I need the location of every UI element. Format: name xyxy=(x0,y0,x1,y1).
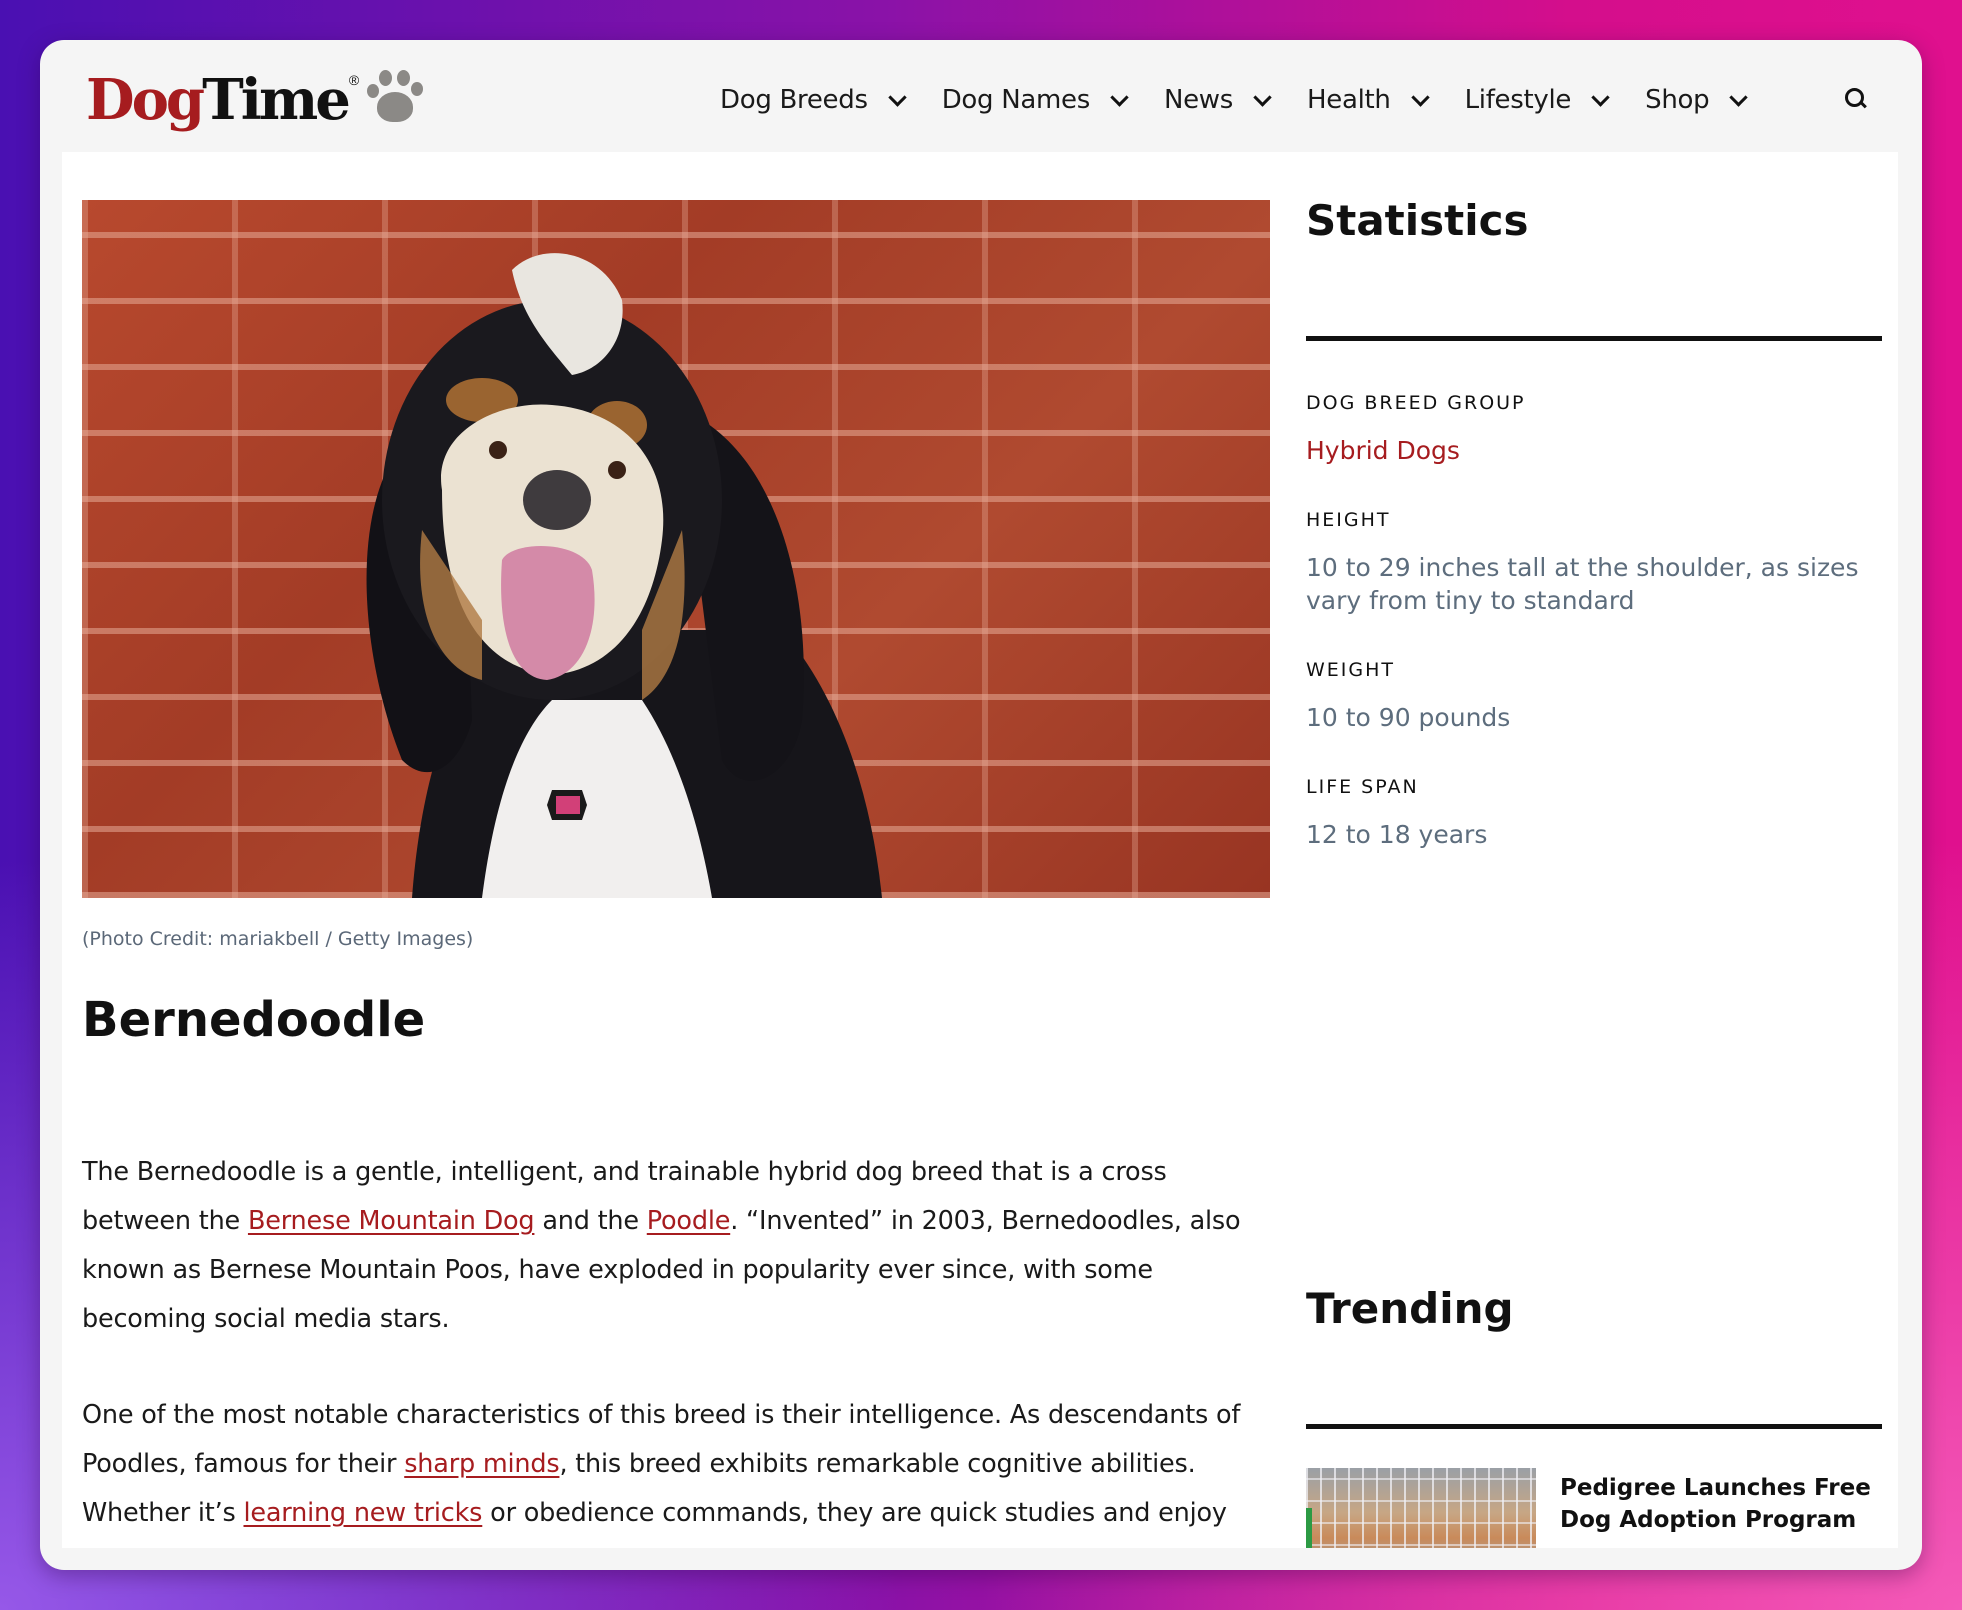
chevron-down-icon[interactable] xyxy=(1729,92,1745,108)
page-title: Bernedoodle xyxy=(82,992,426,1048)
logo-time-text: Time xyxy=(202,67,351,133)
trending-divider xyxy=(1306,1424,1882,1429)
trending-article-title[interactable]: Pedigree Launches Free Dog Adoption Prog… xyxy=(1560,1472,1880,1536)
trending-heading: Trending xyxy=(1306,1284,1514,1333)
page-content: (Photo Credit: mariakbell / Getty Images… xyxy=(62,152,1898,1548)
logo-wordmark: DogTime xyxy=(86,67,351,133)
nav-news[interactable]: News xyxy=(1164,85,1269,115)
nav-dog-names[interactable]: Dog Names xyxy=(942,85,1126,115)
stat-value-weight: 10 to 90 pounds xyxy=(1306,703,1511,732)
link-bernese-mountain-dog[interactable]: Bernese Mountain Dog xyxy=(248,1206,535,1236)
statistics-heading: Statistics xyxy=(1306,196,1529,245)
stat-label-life-span: Life Span xyxy=(1306,776,1419,798)
paragraph-text: and the xyxy=(534,1206,647,1236)
dog-illustration xyxy=(366,253,882,898)
stat-value-height: 10 to 29 inches tall at the shoulder, as… xyxy=(1306,553,1859,615)
registered-mark: ® xyxy=(348,72,360,88)
nav-label: News xyxy=(1163,85,1234,115)
breed-photo xyxy=(82,200,1270,898)
stat-value-life-span: 12 to 18 years xyxy=(1306,820,1488,849)
nav-label: Health xyxy=(1307,85,1391,115)
search-icon[interactable] xyxy=(1843,86,1869,112)
chevron-down-icon[interactable] xyxy=(1411,92,1427,108)
nav-label: Lifestyle xyxy=(1464,85,1572,115)
chevron-down-icon[interactable] xyxy=(1110,92,1126,108)
logo-dog-text: Dog xyxy=(86,67,205,133)
intro-paragraph: The Bernedoodle is a gentle, intelligent… xyxy=(82,1148,1282,1344)
intelligence-paragraph: One of the most notable characteristics … xyxy=(82,1391,1282,1548)
nav-label: Dog Names xyxy=(941,85,1091,115)
thumbnail-detail xyxy=(1306,1508,1312,1548)
dogtime-logo[interactable]: DogTime ® xyxy=(86,60,424,140)
chevron-down-icon[interactable] xyxy=(1591,92,1607,108)
link-sharp-minds[interactable]: sharp minds xyxy=(404,1449,559,1479)
trending-thumbnail[interactable] xyxy=(1306,1468,1536,1548)
photo-credit: (Photo Credit: mariakbell / Getty Images… xyxy=(82,928,474,950)
browser-window: DogTime ® Dog Breeds Dog Names News Heal… xyxy=(40,40,1922,1570)
stat-label-breed-group: Dog Breed Group xyxy=(1306,392,1526,414)
nav-health[interactable]: Health xyxy=(1307,85,1427,115)
chevron-down-icon[interactable] xyxy=(1253,92,1269,108)
nav-lifestyle[interactable]: Lifestyle xyxy=(1465,85,1608,115)
main-nav: Dog Breeds Dog Names News Health Lifesty… xyxy=(720,78,1783,122)
nav-dog-breeds[interactable]: Dog Breeds xyxy=(720,85,904,115)
stat-label-weight: Weight xyxy=(1306,659,1396,681)
chevron-down-icon[interactable] xyxy=(888,92,904,108)
kennel-bars xyxy=(1306,1468,1536,1548)
nav-label: Shop xyxy=(1645,85,1710,115)
statistics-divider xyxy=(1306,336,1882,341)
stat-label-height: Height xyxy=(1306,509,1391,531)
link-poodle[interactable]: Poodle xyxy=(647,1206,731,1236)
link-learning-new-tricks[interactable]: learning new tricks xyxy=(243,1498,482,1528)
stat-value-breed-group[interactable]: Hybrid Dogs xyxy=(1306,434,1882,467)
paw-print-icon xyxy=(367,68,424,124)
nav-shop[interactable]: Shop xyxy=(1645,85,1745,115)
nav-label: Dog Breeds xyxy=(720,85,868,115)
